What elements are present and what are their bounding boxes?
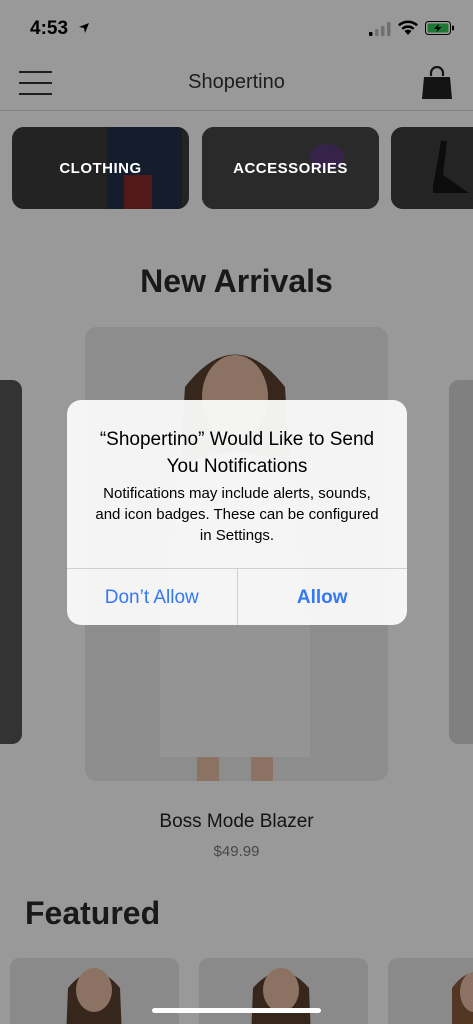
- alert-button-row: Don’t Allow Allow: [67, 568, 407, 625]
- category-label: CLOTHING: [59, 159, 142, 177]
- dont-allow-button[interactable]: Don’t Allow: [67, 569, 237, 625]
- alert-title: “Shopertino” Would Like to Send You Noti…: [99, 429, 375, 477]
- home-indicator[interactable]: [152, 1008, 321, 1013]
- notification-permission-alert: “Shopertino” Would Like to Send You Noti…: [67, 400, 407, 625]
- alert-message: Notifications may include alerts, sounds…: [95, 485, 379, 544]
- allow-button[interactable]: Allow: [236, 569, 408, 625]
- category-label: ACCESSORIES: [233, 159, 348, 177]
